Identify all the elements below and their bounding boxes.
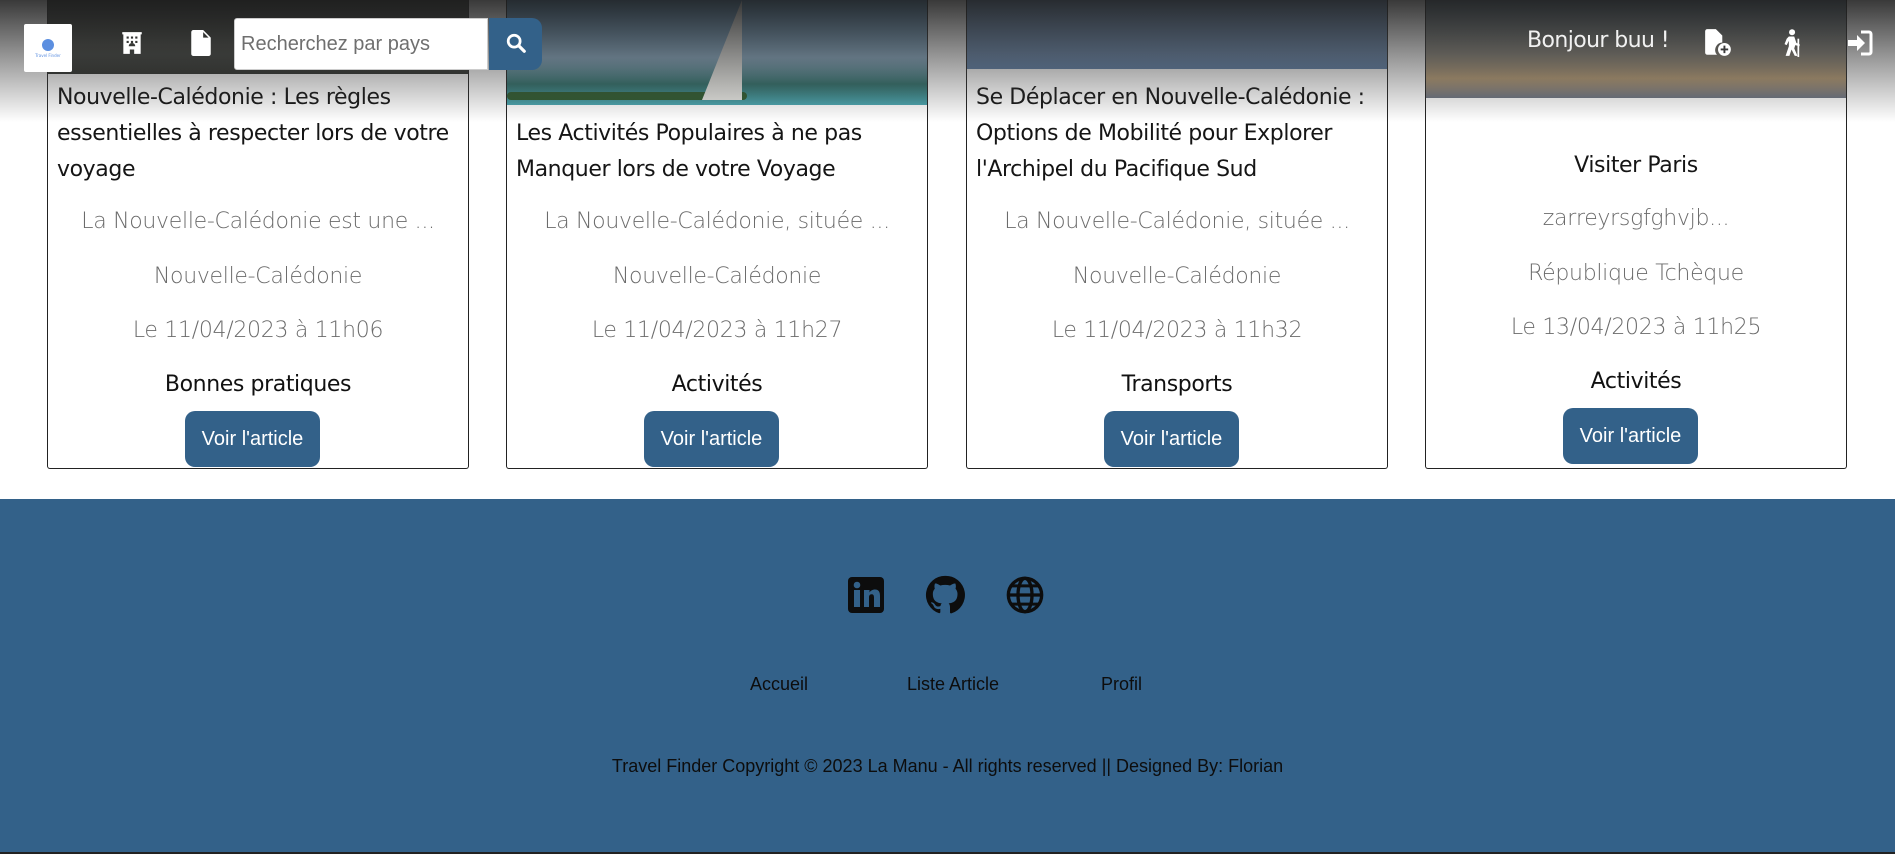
logo-mark-icon: [42, 38, 54, 51]
view-article-button[interactable]: Voir l'article: [1563, 408, 1698, 464]
search-icon: [505, 32, 527, 57]
country-search-input[interactable]: [234, 18, 488, 70]
article-title: Visiter Paris: [1574, 153, 1698, 178]
logo-label: Travel Finder: [35, 52, 61, 58]
user-greeting: Bonjour buu !: [1527, 28, 1670, 53]
article-category: Activités: [1590, 369, 1682, 394]
copyright-text: Travel Finder Copyright © 2023 La Manu -…: [611, 756, 1284, 776]
hotel-icon[interactable]: [117, 28, 147, 58]
footer-link-liste-article[interactable]: Liste Article: [907, 674, 999, 695]
article-category: Transports: [1121, 372, 1233, 397]
document-icon[interactable]: [186, 28, 216, 58]
view-article-button[interactable]: Voir l'article: [1104, 411, 1239, 467]
footer-link-accueil[interactable]: Accueil: [750, 674, 808, 695]
top-navbar: Travel Finder Bonjour buu !: [0, 0, 1895, 122]
article-country: Nouvelle-Calédonie: [153, 264, 363, 289]
article-date: Le 11/04/2023 à 11h27: [591, 318, 843, 343]
article-country: Nouvelle-Calédonie: [1072, 264, 1282, 289]
article-country: République Tchèque: [1528, 261, 1744, 286]
sign-in-icon[interactable]: [1844, 28, 1874, 58]
linkedin-icon[interactable]: [846, 575, 886, 615]
article-excerpt: La Nouvelle-Calédonie est une ...: [81, 209, 435, 234]
article-title: Les Activités Populaires à ne pas Manque…: [516, 121, 862, 182]
site-logo[interactable]: Travel Finder: [24, 24, 72, 72]
article-excerpt: La Nouvelle-Calédonie, située ...: [544, 209, 890, 234]
globe-icon[interactable]: [1005, 575, 1045, 615]
view-article-button[interactable]: Voir l'article: [644, 411, 779, 467]
article-date: Le 13/04/2023 à 11h25: [1510, 315, 1762, 340]
article-date: Le 11/04/2023 à 11h06: [132, 318, 384, 343]
article-excerpt: La Nouvelle-Calédonie, située ...: [1004, 209, 1350, 234]
footer-link-profil[interactable]: Profil: [1101, 674, 1142, 695]
view-article-button[interactable]: Voir l'article: [185, 411, 320, 467]
hiking-icon[interactable]: [1776, 28, 1806, 58]
search-button[interactable]: [489, 18, 542, 70]
article-country: Nouvelle-Calédonie: [612, 264, 822, 289]
article-date: Le 11/04/2023 à 11h32: [1051, 318, 1303, 343]
article-category: Bonnes pratiques: [164, 372, 352, 397]
github-icon[interactable]: [925, 575, 965, 615]
add-file-icon[interactable]: [1703, 28, 1733, 58]
article-excerpt: zarreyrsgfghvjb...: [1542, 206, 1730, 231]
article-category: Activités: [671, 372, 763, 397]
